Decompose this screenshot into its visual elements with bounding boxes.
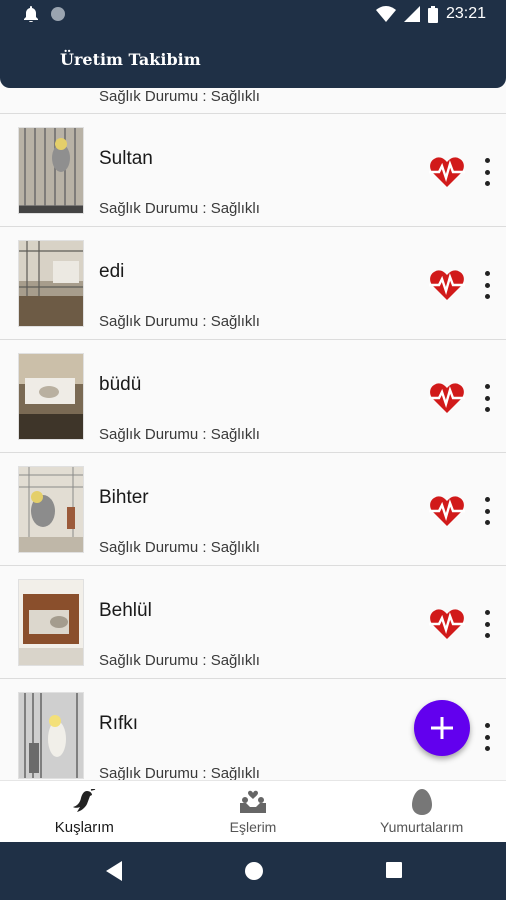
system-navigation-bar bbox=[0, 842, 506, 900]
health-status: Sağlık Durumu : Sağlıklı bbox=[99, 765, 260, 780]
health-status: Sağlık Durumu : Sağlıklı bbox=[99, 426, 260, 443]
egg-icon bbox=[411, 789, 432, 815]
notification-bell-icon bbox=[24, 6, 38, 22]
status-time: 23:21 bbox=[445, 5, 486, 22]
bird-name: edi bbox=[99, 261, 125, 282]
list-item-partial[interactable]: Sağlık Durumu : Sağlıklı bbox=[0, 88, 506, 114]
plus-icon bbox=[431, 717, 453, 739]
signal-icon bbox=[403, 6, 420, 22]
bird-photo bbox=[18, 466, 84, 553]
heartbeat-icon[interactable] bbox=[429, 495, 465, 527]
more-options-icon[interactable] bbox=[478, 271, 496, 299]
bird-list-item[interactable]: edi Sağlık Durumu : Sağlıklı bbox=[0, 227, 506, 340]
health-status: Sağlık Durumu : Sağlıklı bbox=[99, 313, 260, 330]
heartbeat-icon[interactable] bbox=[429, 156, 465, 188]
bird-name: Bihter bbox=[99, 487, 149, 508]
bird-name: Rıfkı bbox=[99, 713, 139, 734]
bird-name: büdü bbox=[99, 374, 142, 395]
back-icon[interactable] bbox=[106, 861, 124, 881]
bird-list-item[interactable]: Sultan Sağlık Durumu : Sağlıklı bbox=[0, 114, 506, 227]
bird-list-item[interactable]: Bihter Sağlık Durumu : Sağlıklı bbox=[0, 453, 506, 566]
bird-list-item[interactable]: Behlül Sağlık Durumu : Sağlıklı bbox=[0, 566, 506, 679]
recents-icon[interactable] bbox=[385, 861, 403, 879]
tab-kuslarim[interactable]: Kuşlarım bbox=[0, 781, 169, 843]
health-status: Sağlık Durumu : Sağlıklı bbox=[99, 539, 260, 556]
more-options-icon[interactable] bbox=[478, 723, 496, 751]
bird-photo bbox=[18, 692, 84, 779]
bird-icon bbox=[73, 789, 96, 812]
bottom-navigation: Kuşlarım Eşlerim Yumurtalarım bbox=[0, 780, 506, 843]
home-icon[interactable] bbox=[244, 861, 264, 881]
bird-photo bbox=[18, 579, 84, 666]
bird-name: Behlül bbox=[99, 600, 152, 621]
heartbeat-icon[interactable] bbox=[429, 382, 465, 414]
bird-list[interactable]: Sağlık Durumu : Sağlıklı Sultan Sağlık D… bbox=[0, 88, 506, 780]
pair-nest-icon bbox=[240, 790, 266, 813]
tab-label: Yumurtalarım bbox=[380, 819, 464, 835]
tab-eslerim[interactable]: Eşlerim bbox=[169, 781, 338, 843]
more-options-icon[interactable] bbox=[478, 610, 496, 638]
tab-label: Eşlerim bbox=[229, 819, 277, 835]
bird-photo bbox=[18, 127, 84, 214]
tab-label: Kuşlarım bbox=[54, 819, 114, 836]
wifi-icon bbox=[375, 6, 396, 22]
status-bar: 23:21 bbox=[0, 0, 506, 30]
battery-icon bbox=[427, 5, 438, 23]
bird-list-item[interactable]: büdü Sağlık Durumu : Sağlıklı bbox=[0, 340, 506, 453]
app-bar: Üretim Takibim bbox=[0, 30, 506, 88]
add-bird-button[interactable] bbox=[414, 700, 470, 756]
more-options-icon[interactable] bbox=[478, 158, 496, 186]
tab-yumurtalarim[interactable]: Yumurtalarım bbox=[337, 781, 506, 843]
bird-photo bbox=[18, 353, 84, 440]
more-options-icon[interactable] bbox=[478, 384, 496, 412]
bird-name: Sultan bbox=[99, 148, 153, 169]
health-status: Sağlık Durumu : Sağlıklı bbox=[99, 200, 260, 217]
app-title: Üretim Takibim bbox=[60, 50, 201, 69]
bird-photo bbox=[18, 240, 84, 327]
more-options-icon[interactable] bbox=[478, 497, 496, 525]
heartbeat-icon[interactable] bbox=[429, 608, 465, 640]
health-status: Sağlık Durumu : Sağlıklı bbox=[99, 652, 260, 669]
health-status: Sağlık Durumu : Sağlıklı bbox=[99, 88, 260, 105]
heartbeat-icon[interactable] bbox=[429, 269, 465, 301]
circle-status-icon bbox=[51, 7, 65, 21]
